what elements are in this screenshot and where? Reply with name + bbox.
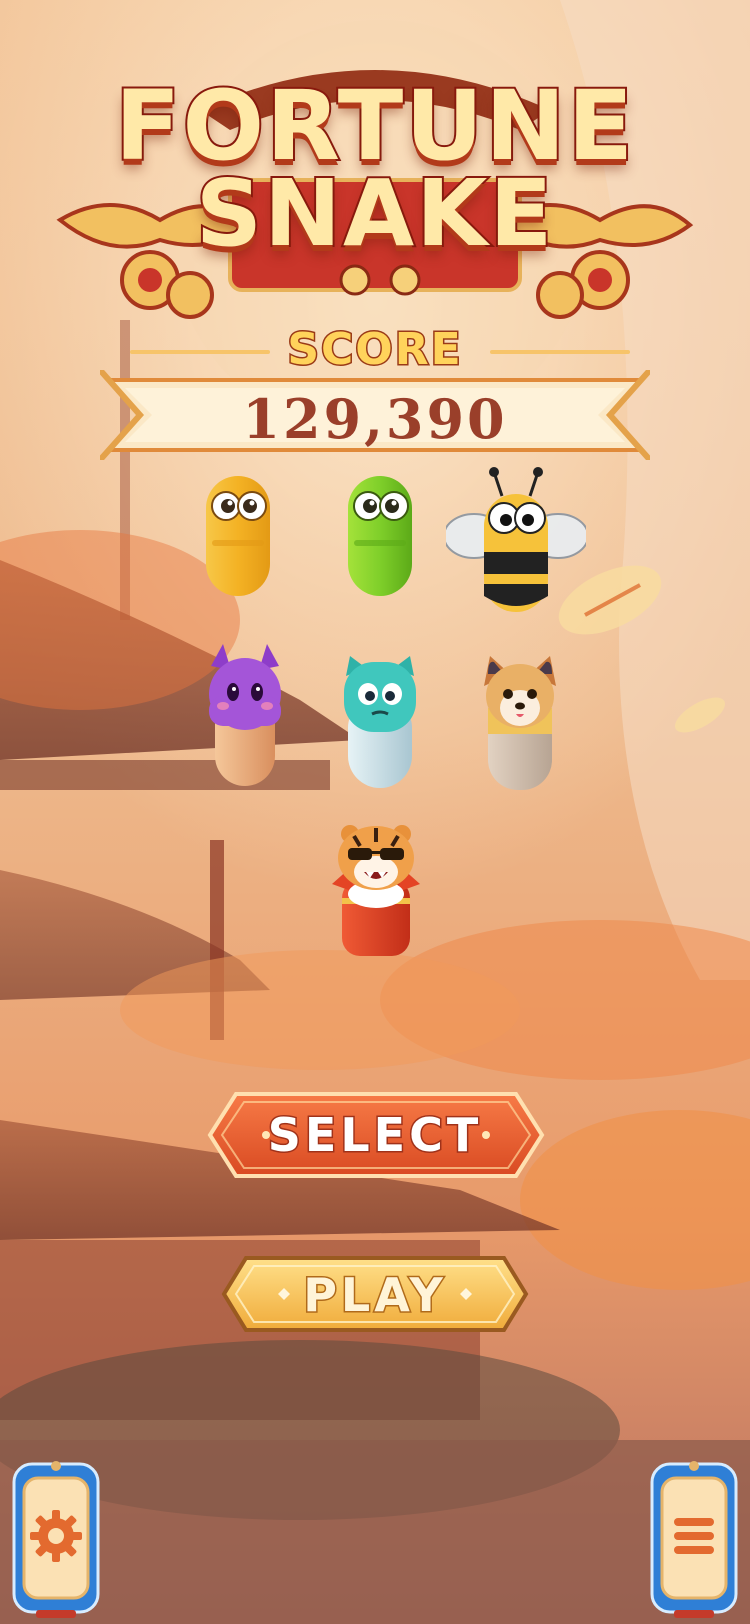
settings-button[interactable] <box>6 1460 106 1620</box>
character-teal-cat[interactable] <box>340 656 420 790</box>
select-button[interactable]: SELECT <box>0 1090 750 1180</box>
game-title-line2: SNAKE <box>194 158 555 269</box>
play-button-label: PLAY <box>302 1267 447 1324</box>
character-bee-snake[interactable] <box>446 466 586 616</box>
character-green-snake[interactable] <box>340 470 420 600</box>
gear-icon <box>30 1510 82 1562</box>
menu-button[interactable] <box>644 1460 744 1620</box>
character-yellow-snake[interactable] <box>198 470 278 600</box>
character-tiger[interactable] <box>326 820 426 960</box>
play-button[interactable]: PLAY <box>0 1254 750 1334</box>
menu-icon <box>674 1518 714 1554</box>
score-label: SCORE <box>286 323 463 377</box>
character-fox-dog[interactable] <box>480 656 560 792</box>
score-value: 129,390 <box>242 387 508 451</box>
character-purple-monster[interactable] <box>205 644 285 790</box>
select-button-label: SELECT <box>266 1107 483 1164</box>
